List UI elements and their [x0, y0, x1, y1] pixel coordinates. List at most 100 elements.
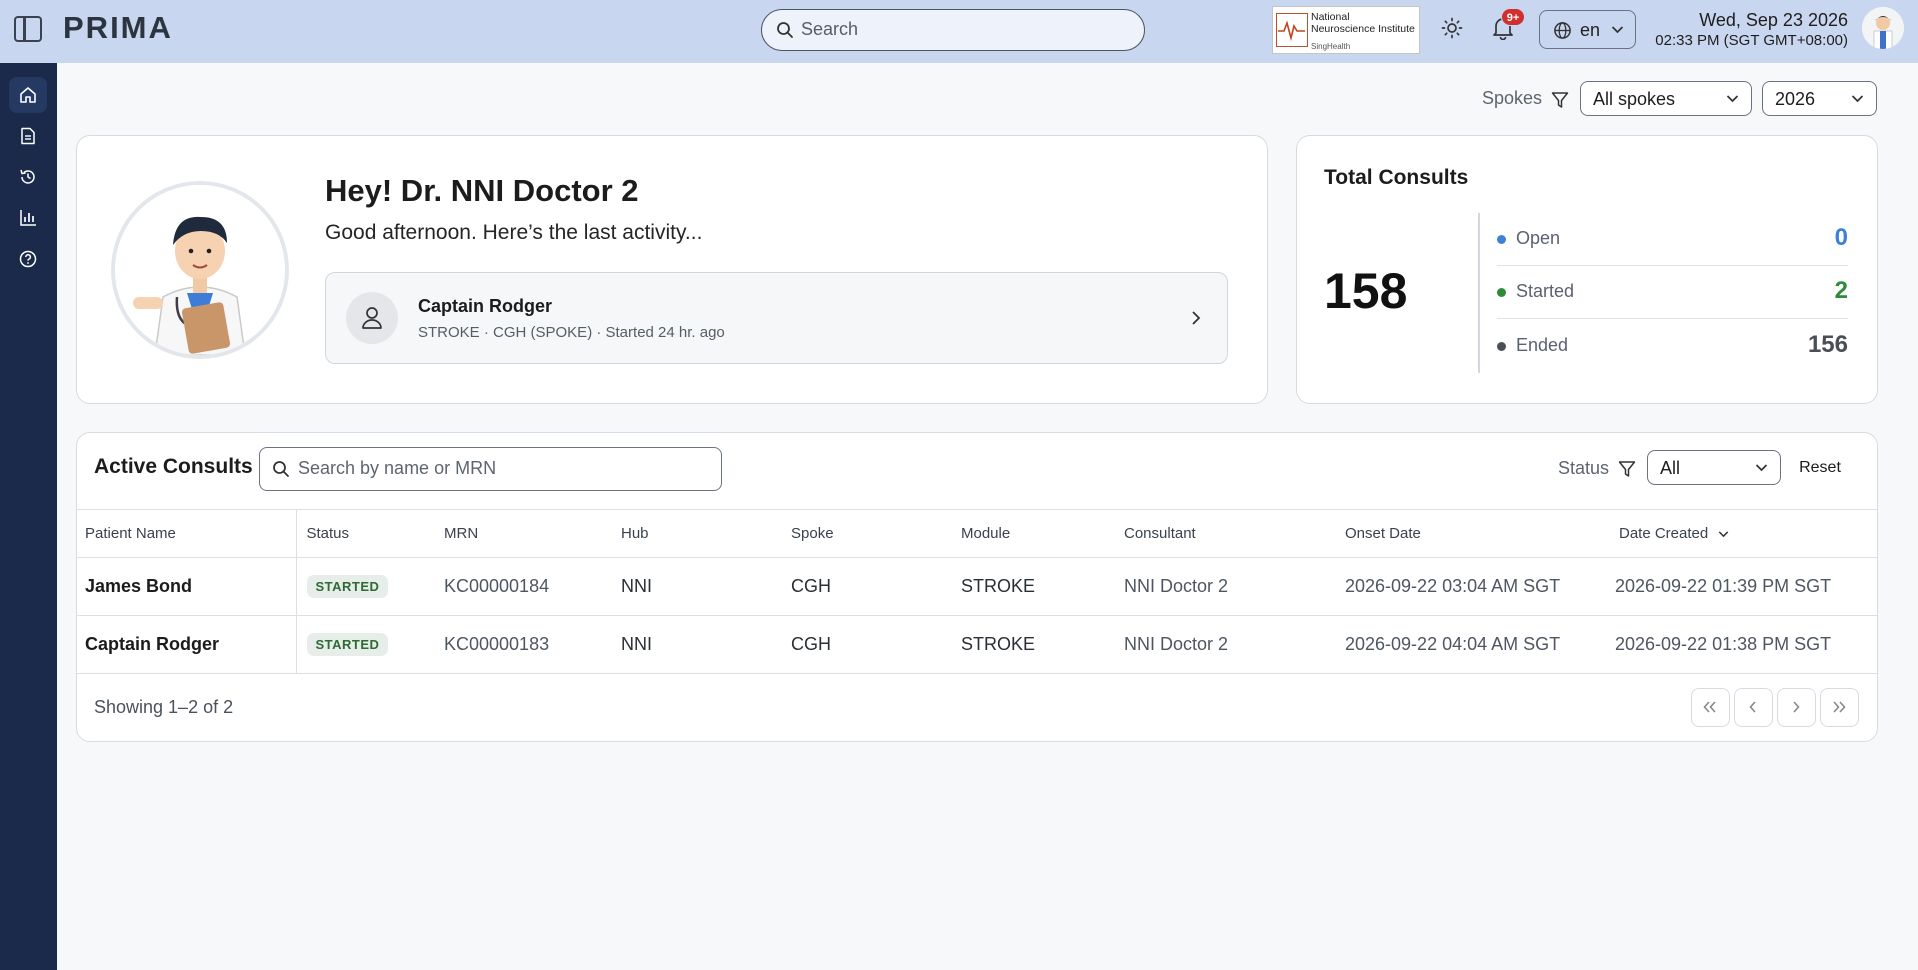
table-row[interactable]: James Bond STARTED KC00000184 NNI CGH ST… [76, 557, 1877, 616]
cell-spoke: CGH [791, 615, 961, 674]
pagination-summary: Showing 1–2 of 2 [94, 697, 234, 717]
active-consults-title: Active Consults [94, 455, 253, 478]
cell-hub: NNI [621, 557, 791, 616]
ecg-logo-icon [1276, 13, 1308, 47]
total-consults-title: Total Consults [1324, 166, 1469, 189]
chevron-down-icon [1611, 26, 1624, 34]
year-select[interactable]: 2026 [1762, 81, 1877, 116]
status-select[interactable]: All [1647, 450, 1781, 485]
history-icon [20, 169, 35, 184]
last-activity-patient: Captain Rodger [418, 296, 553, 316]
stat-ended: Ended 156 [1497, 320, 1848, 373]
filter-icon [1551, 92, 1569, 108]
doctor-illustration [111, 181, 289, 359]
spokes-select-value: All spokes [1593, 89, 1676, 109]
stat-started: Started 2 [1497, 266, 1848, 319]
sort-desc-icon [1719, 531, 1729, 538]
cell-mrn: KC00000183 [444, 615, 621, 674]
theme-toggle-sun-icon[interactable] [1441, 17, 1463, 39]
sidebar-item-home[interactable] [9, 77, 47, 113]
document-icon [21, 127, 35, 145]
sidebar-toggle-icon[interactable] [14, 16, 42, 42]
col-consultant[interactable]: Consultant [1124, 509, 1345, 558]
table-row[interactable]: Captain Rodger STARTED KC00000183 NNI CG… [76, 615, 1877, 674]
total-consults-value: 158 [1324, 263, 1408, 319]
divider [1478, 213, 1480, 373]
chevron-right-icon [1793, 701, 1800, 713]
active-consults-table: Patient Name Status MRN Hub Spoke Module… [76, 509, 1877, 674]
globe-icon [1554, 22, 1571, 39]
sidebar-item-documents[interactable] [9, 118, 47, 154]
cell-onset-date: 2026-09-22 03:04 AM SGT [1345, 557, 1615, 616]
chevron-down-icon [1755, 464, 1768, 472]
chevron-right-icon[interactable] [1191, 310, 1201, 326]
bar-chart-icon [20, 210, 36, 226]
spokes-select[interactable]: All spokes [1580, 81, 1752, 116]
status-select-value: All [1660, 458, 1681, 478]
status-badge: STARTED [306, 633, 389, 656]
col-patient-name[interactable]: Patient Name [76, 509, 297, 558]
open-status-dot [1497, 235, 1506, 244]
institution-logo: National Neuroscience Institute SingHeal… [1272, 6, 1420, 54]
first-page-button[interactable] [1691, 688, 1730, 727]
stat-open: Open 0 [1497, 213, 1848, 266]
col-hub[interactable]: Hub [621, 509, 791, 558]
app-logo-text[interactable]: PRIMA [63, 10, 173, 46]
welcome-subtitle: Good afternoon. Here’s the last activity… [325, 221, 703, 244]
user-avatar[interactable] [1862, 7, 1904, 49]
cell-date-created: 2026-09-22 01:38 PM SGT [1615, 615, 1877, 674]
col-status[interactable]: Status [296, 509, 444, 558]
sidebar-item-help[interactable] [9, 241, 47, 277]
current-date: Wed, Sep 23 2026 [1699, 10, 1848, 30]
chevrons-left-icon [1703, 701, 1716, 713]
cell-spoke: CGH [791, 557, 961, 616]
language-value: en [1580, 20, 1601, 40]
col-spoke[interactable]: Spoke [791, 509, 961, 558]
col-module[interactable]: Module [961, 509, 1124, 558]
consult-search-input[interactable] [298, 448, 708, 489]
last-activity-card[interactable]: Captain Rodger STROKE · CGH (SPOKE) · St… [325, 272, 1228, 364]
next-page-button[interactable] [1777, 688, 1816, 727]
cell-hub: NNI [621, 615, 791, 674]
notification-badge: 9+ [1501, 8, 1525, 26]
global-search-input[interactable] [801, 10, 1131, 49]
table-header-row: Patient Name Status MRN Hub Spoke Module… [76, 509, 1877, 558]
cell-onset-date: 2026-09-22 04:04 AM SGT [1345, 615, 1615, 674]
cell-consultant: NNI Doctor 2 [1124, 615, 1345, 674]
started-status-dot [1497, 288, 1506, 297]
cell-module: STROKE [961, 615, 1124, 674]
previous-page-button[interactable] [1734, 688, 1773, 727]
current-time: 02:33 PM (SGT GMT+08:00) [1655, 32, 1848, 49]
language-select[interactable]: en [1539, 10, 1636, 49]
top-bar: PRIMA National Neuroscience Institute Si… [0, 0, 1918, 63]
chevron-left-icon [1749, 701, 1756, 713]
reset-button[interactable]: Reset [1790, 449, 1850, 487]
col-mrn[interactable]: MRN [444, 509, 621, 558]
cell-patient-name: James Bond [76, 557, 297, 616]
search-icon [273, 461, 289, 477]
chevrons-right-icon [1833, 701, 1846, 713]
sidebar [0, 63, 57, 970]
patient-avatar [346, 292, 398, 344]
global-search[interactable] [761, 9, 1145, 51]
status-badge: STARTED [306, 575, 389, 598]
filter-icon [1618, 461, 1636, 477]
user-icon [362, 307, 382, 329]
last-page-button[interactable] [1820, 688, 1859, 727]
search-icon [777, 22, 793, 38]
year-select-value: 2026 [1775, 89, 1816, 109]
chevron-down-icon [1726, 95, 1739, 103]
col-onset-date[interactable]: Onset Date [1345, 509, 1615, 558]
spokes-filter-label: Spokes [1482, 88, 1543, 108]
home-icon [20, 87, 36, 103]
consult-search[interactable] [259, 447, 722, 491]
col-date-created[interactable]: Date Created [1615, 509, 1877, 558]
sidebar-item-history[interactable] [9, 159, 47, 195]
chevron-down-icon [1851, 95, 1864, 103]
sidebar-item-analytics[interactable] [9, 200, 47, 236]
welcome-greeting: Hey! Dr. NNI Doctor 2 [325, 173, 639, 208]
help-icon [19, 250, 37, 268]
cell-date-created: 2026-09-22 01:39 PM SGT [1615, 557, 1877, 616]
cell-consultant: NNI Doctor 2 [1124, 557, 1345, 616]
status-filter-label: Status [1558, 458, 1610, 478]
